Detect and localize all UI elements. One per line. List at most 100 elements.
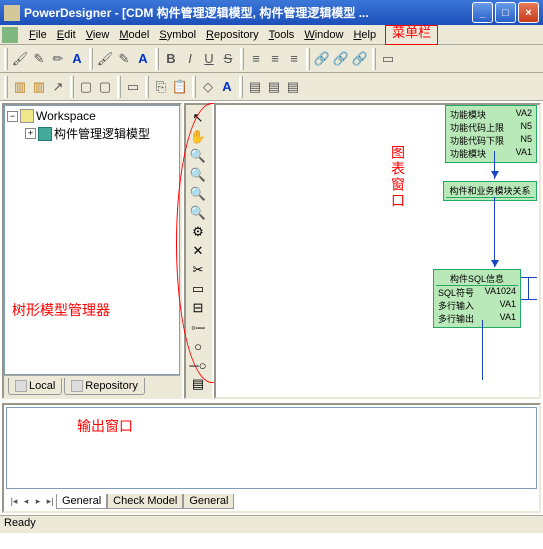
toolbar-grip[interactable] xyxy=(4,76,8,98)
doc2-icon[interactable]: ▢ xyxy=(96,77,114,97)
rect-icon[interactable]: ▭ xyxy=(124,77,142,97)
arrow-icon[interactable]: ↗ xyxy=(49,77,67,97)
shape-icon[interactable]: ◇ xyxy=(199,77,217,97)
menu-repository[interactable]: Repository xyxy=(201,27,264,43)
assoc-icon[interactable]: ○ xyxy=(188,338,208,355)
expand-icon[interactable]: + xyxy=(25,128,36,139)
tab-nav-prev[interactable]: ◂ xyxy=(20,494,32,508)
output-tab-general2[interactable]: General xyxy=(183,494,234,509)
menubar: File Edit View Model Symbol Repository T… xyxy=(0,25,543,45)
toolbar-grip[interactable] xyxy=(70,76,74,98)
diagram-canvas[interactable]: 图表窗口 功能模块VA2 功能代码上限N5 功能代码下限N5 功能模块VA1 构… xyxy=(214,103,541,399)
output-body[interactable]: 输出窗口 xyxy=(6,407,537,489)
misc3-icon[interactable]: ▤ xyxy=(284,77,302,97)
toolbar-grip[interactable] xyxy=(372,48,376,70)
menu-edit[interactable]: Edit xyxy=(52,27,81,43)
pointer-icon[interactable]: ↖ xyxy=(188,109,208,126)
toolbar-grip[interactable] xyxy=(306,48,310,70)
app-icon xyxy=(4,5,20,21)
menu-view[interactable]: View xyxy=(81,27,115,43)
output-tab-checkmodel[interactable]: Check Model xyxy=(107,494,183,509)
link3-icon[interactable]: 🔗 xyxy=(351,49,369,69)
text-a-icon[interactable]: A xyxy=(218,77,236,97)
marker-icon[interactable]: ✏ xyxy=(49,49,67,69)
menu-file[interactable]: File xyxy=(24,27,52,43)
menu-model[interactable]: Model xyxy=(114,27,154,43)
delete-icon[interactable]: ✕ xyxy=(188,242,208,259)
menu-symbol[interactable]: Symbol xyxy=(154,27,201,43)
bold-icon[interactable]: B xyxy=(162,49,180,69)
cut-icon[interactable]: ✂ xyxy=(188,262,208,279)
link-icon[interactable]: 🔗 xyxy=(313,49,331,69)
entity-top[interactable]: 功能模块VA2 功能代码上限N5 功能代码下限N5 功能模块VA1 xyxy=(445,105,537,163)
entity-mid[interactable]: 构件和业务模块关系 xyxy=(443,181,537,201)
zoom-sel-icon[interactable]: 🔍 xyxy=(188,204,208,221)
note-icon[interactable]: ▤ xyxy=(188,376,208,393)
tab-nav-last[interactable]: ▸| xyxy=(44,494,56,508)
tab-nav-first[interactable]: |◂ xyxy=(8,494,20,508)
menu-window[interactable]: Window xyxy=(299,27,348,43)
toolbar-grip[interactable] xyxy=(240,48,244,70)
pencil2-icon[interactable]: ✎ xyxy=(115,49,133,69)
close-button[interactable]: × xyxy=(518,2,539,23)
connector[interactable] xyxy=(494,197,495,267)
menu-tools[interactable]: Tools xyxy=(264,27,300,43)
props-icon[interactable]: ⚙ xyxy=(188,223,208,240)
newdoc-icon[interactable]: ▥ xyxy=(11,77,29,97)
underline-icon[interactable]: U xyxy=(200,49,218,69)
copy-icon[interactable]: ⎘ xyxy=(152,77,170,97)
tool-palette: ↖ ✋ 🔍 🔍 🔍 🔍 ⚙ ✕ ✂ ▭ ⊟ ◦─ ○ ─○ ▤ xyxy=(184,103,212,399)
font-a-icon[interactable]: A xyxy=(68,49,86,69)
zoom-out-icon[interactable]: 🔍 xyxy=(188,166,208,183)
connector[interactable] xyxy=(482,320,483,380)
connector[interactable] xyxy=(528,277,529,299)
align-center-icon[interactable]: ≡ xyxy=(266,49,284,69)
tab-repository[interactable]: Repository xyxy=(64,378,145,395)
tree-tabs: Local Repository xyxy=(4,375,180,397)
brush2-icon[interactable]: 🖌 xyxy=(96,49,114,69)
toolbar-grip[interactable] xyxy=(145,76,149,98)
tool-x-icon[interactable]: ▭ xyxy=(379,49,397,69)
link2-icon[interactable]: 🔗 xyxy=(332,49,350,69)
menu-help[interactable]: Help xyxy=(348,27,381,43)
toolbar-grip[interactable] xyxy=(192,76,196,98)
window-title: PowerDesigner - [CDM 构件管理逻辑模型, 构件管理逻辑模型 … xyxy=(24,4,472,21)
link-icon[interactable]: ─○ xyxy=(188,357,208,374)
newdoc2-icon[interactable]: ▥ xyxy=(30,77,48,97)
connector[interactable] xyxy=(521,299,537,300)
relation-icon[interactable]: ⊟ xyxy=(188,300,208,317)
doc-icon[interactable]: ▢ xyxy=(77,77,95,97)
zoom-in-icon[interactable]: 🔍 xyxy=(188,147,208,164)
inherit-icon[interactable]: ◦─ xyxy=(188,319,208,336)
minimize-button[interactable]: _ xyxy=(472,2,493,23)
tab-local[interactable]: Local xyxy=(8,378,62,395)
toolbar-grip[interactable] xyxy=(239,76,243,98)
tree-child[interactable]: + 构件管理逻辑模型 xyxy=(7,124,177,143)
misc-icon[interactable]: ▤ xyxy=(246,77,264,97)
entity-bottom[interactable]: 构件SQL信息 SQL符号VA1024 多行输入VA1 多行输出VA1 xyxy=(433,269,521,328)
pencil-icon[interactable]: ✎ xyxy=(30,49,48,69)
workspace-tree[interactable]: − Workspace + 构件管理逻辑模型 xyxy=(4,105,180,375)
hand-icon[interactable]: ✋ xyxy=(188,128,208,145)
entity-icon[interactable]: ▭ xyxy=(188,281,208,298)
brush-icon[interactable]: 🖌 xyxy=(11,49,29,69)
toolbar-grip[interactable] xyxy=(117,76,121,98)
tree-root[interactable]: − Workspace xyxy=(7,108,177,124)
align-right-icon[interactable]: ≡ xyxy=(285,49,303,69)
toolbar-grip[interactable] xyxy=(155,48,159,70)
strike-icon[interactable]: S xyxy=(219,49,237,69)
tree-root-label: Workspace xyxy=(36,109,96,123)
misc2-icon[interactable]: ▤ xyxy=(265,77,283,97)
output-tab-general[interactable]: General xyxy=(56,494,107,509)
connector[interactable] xyxy=(521,277,537,278)
italic-icon[interactable]: I xyxy=(181,49,199,69)
paste-icon[interactable]: 📋 xyxy=(171,77,189,97)
tab-nav-next[interactable]: ▸ xyxy=(32,494,44,508)
toolbar-grip[interactable] xyxy=(4,48,8,70)
align-left-icon[interactable]: ≡ xyxy=(247,49,265,69)
maximize-button[interactable]: □ xyxy=(495,2,516,23)
toolbar-grip[interactable] xyxy=(89,48,93,70)
collapse-icon[interactable]: − xyxy=(7,111,18,122)
font-a2-icon[interactable]: A xyxy=(134,49,152,69)
zoom-fit-icon[interactable]: 🔍 xyxy=(188,185,208,202)
